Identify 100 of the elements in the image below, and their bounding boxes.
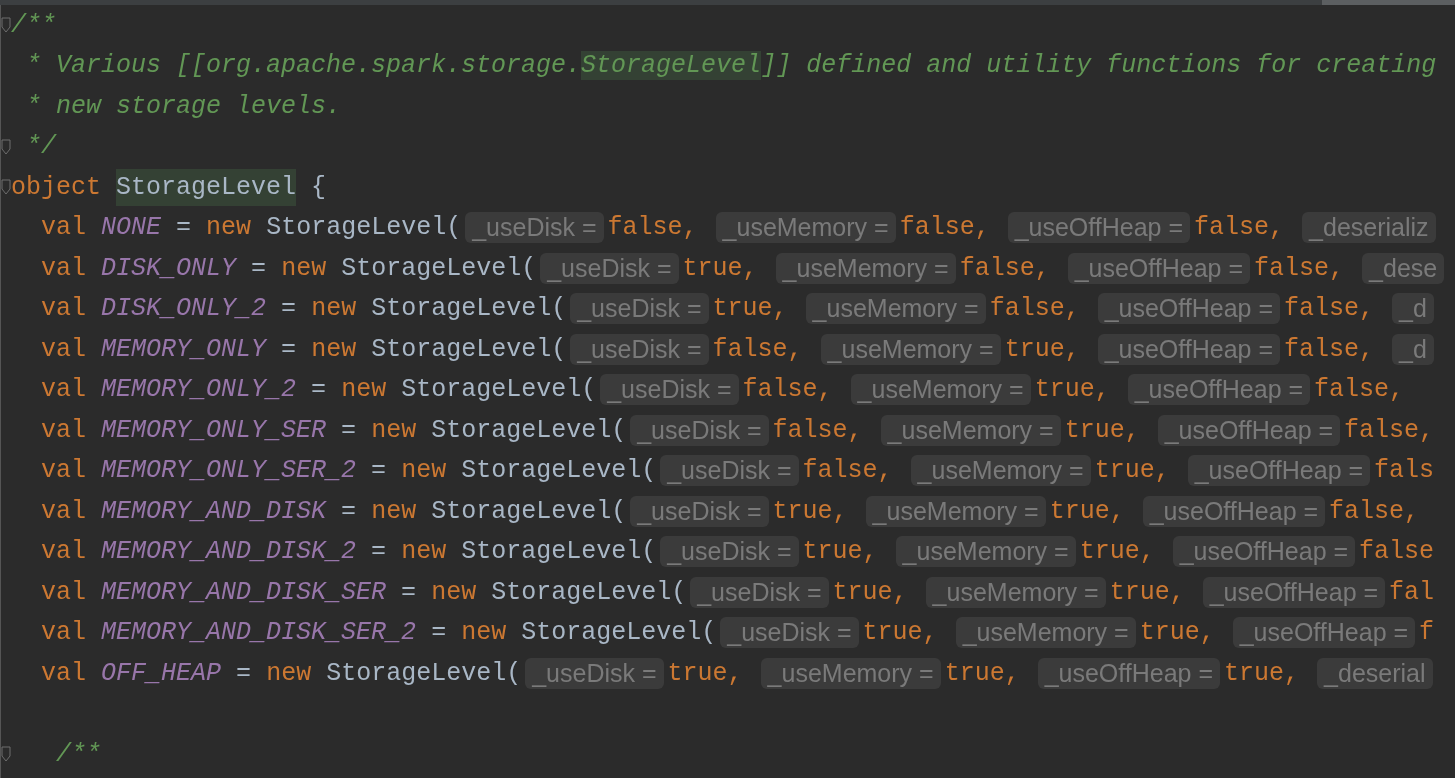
operator: =	[371, 455, 387, 487]
parameter-hint: _useOffHeap =	[1007, 212, 1191, 244]
parameter-hint: _useDisk =	[570, 293, 709, 325]
argument-value: false,	[742, 374, 833, 406]
parameter-hint: _useMemory =	[925, 576, 1106, 608]
keyword: val	[41, 617, 87, 649]
operator: =	[341, 414, 357, 447]
parameter-hint: _useOffHeap =	[1067, 252, 1251, 284]
constant-name: MEMORY_ONLY_SER_2	[101, 455, 357, 487]
argument-value: true,	[1004, 333, 1080, 366]
argument-value: true,	[1094, 455, 1170, 487]
argument-value: f	[1419, 617, 1435, 649]
class-call: StorageLevel(	[431, 495, 627, 528]
parameter-hint: _useDisk =	[600, 374, 739, 406]
parameter-hint: _useMemory =	[775, 252, 956, 284]
parameter-hint: _useOffHeap =	[1232, 617, 1416, 649]
argument-value: false,	[899, 212, 990, 244]
parameter-hint: _useDisk =	[465, 212, 604, 244]
operator: =	[251, 252, 267, 285]
argument-value: false,	[712, 333, 803, 366]
keyword: new	[206, 212, 252, 244]
argument-value: true,	[1064, 414, 1140, 447]
parameter-hint: _useOffHeap =	[1142, 495, 1326, 527]
operator: =	[236, 657, 252, 690]
constant-name: MEMORY_ONLY_2	[101, 374, 297, 406]
keyword: val	[41, 414, 87, 447]
argument-value: true,	[1139, 617, 1215, 649]
argument-value: false,	[1344, 414, 1435, 447]
keyword: val	[41, 333, 87, 366]
constant-name: MEMORY_AND_DISK_2	[101, 536, 357, 568]
argument-value: true,	[712, 293, 788, 325]
parameter-hint: _useOffHeap =	[1202, 576, 1386, 608]
parameter-hint: _useDisk =	[660, 455, 799, 487]
constant-name: MEMORY_AND_DISK_SER_2	[101, 617, 417, 649]
parameter-hint: _useMemory =	[865, 495, 1046, 527]
doc-comment: * new storage levels.	[25, 90, 342, 123]
argument-value: false,	[959, 252, 1050, 285]
parameter-hint: _useDisk =	[630, 414, 769, 446]
constant-name: MEMORY_ONLY	[101, 333, 267, 366]
argument-value: false	[1359, 536, 1435, 568]
class-call: StorageLevel(	[341, 252, 537, 285]
parameter-hint: _useMemory =	[820, 333, 1001, 365]
fold-marker-icon[interactable]	[1, 179, 11, 196]
parameter-hint: _useDisk =	[720, 617, 859, 649]
operator: =	[281, 293, 297, 325]
parameter-hint: _d	[1392, 293, 1434, 325]
class-call: StorageLevel(	[371, 333, 567, 366]
argument-value: true,	[944, 657, 1020, 690]
object-name: StorageLevel	[116, 168, 297, 206]
parameter-hint: _useDisk =	[540, 252, 679, 284]
doc-comment: /**	[11, 9, 56, 42]
constant-name: DISK_ONLY_2	[101, 293, 267, 325]
argument-value: false,	[772, 414, 863, 447]
horizontal-scrollbar[interactable]	[0, 0, 1455, 5]
argument-value: false,	[1194, 212, 1285, 244]
keyword: new	[371, 414, 417, 447]
argument-value: false,	[1284, 293, 1375, 325]
doc-comment: /**	[55, 738, 101, 771]
fold-marker-icon[interactable]	[1, 746, 11, 763]
keyword: val	[41, 495, 87, 528]
class-call: StorageLevel(	[326, 657, 522, 690]
fold-marker-icon[interactable]	[1, 17, 11, 34]
operator: =	[176, 212, 192, 244]
parameter-hint: _useMemory =	[850, 374, 1031, 406]
argument-value: false,	[1254, 252, 1345, 285]
argument-value: false,	[607, 212, 698, 244]
parameter-hint: _deserializ	[1302, 212, 1436, 244]
fold-marker-icon[interactable]	[1, 138, 11, 155]
parameter-hint: _useOffHeap =	[1097, 333, 1281, 365]
parameter-hint: _useDisk =	[660, 536, 799, 568]
parameter-hint: _useOffHeap =	[1097, 293, 1281, 325]
argument-value: false,	[989, 293, 1080, 325]
argument-value: true,	[682, 252, 758, 285]
parameter-hint: _useDisk =	[690, 576, 829, 608]
class-call: StorageLevel(	[461, 455, 657, 487]
argument-value: fals	[1374, 455, 1435, 487]
keyword: val	[41, 657, 87, 690]
operator: =	[341, 495, 357, 528]
parameter-hint: _useMemory =	[955, 617, 1136, 649]
parameter-hint: _useMemory =	[760, 657, 941, 689]
parameter-hint: _useDisk =	[570, 333, 709, 365]
argument-value: true,	[772, 495, 848, 528]
parameter-hint: _useOffHeap =	[1127, 374, 1311, 406]
constant-name: MEMORY_ONLY_SER	[101, 414, 327, 447]
keyword: val	[41, 536, 87, 568]
keyword: val	[41, 455, 87, 487]
doc-comment: */	[25, 131, 56, 163]
constant-name: NONE	[101, 212, 162, 244]
keyword: new	[341, 374, 387, 406]
parameter-hint: _useOffHeap =	[1157, 414, 1341, 446]
argument-value: true,	[832, 576, 908, 609]
keyword: object	[11, 171, 101, 204]
class-call: StorageLevel(	[521, 617, 717, 649]
parameter-hint: _useMemory =	[715, 212, 896, 244]
keyword: new	[461, 617, 507, 649]
argument-value: true,	[1034, 374, 1110, 406]
parameter-hint: _useOffHeap =	[1172, 536, 1356, 568]
argument-value: true,	[802, 536, 878, 568]
argument-value: true,	[667, 657, 743, 690]
operator: =	[281, 333, 297, 366]
